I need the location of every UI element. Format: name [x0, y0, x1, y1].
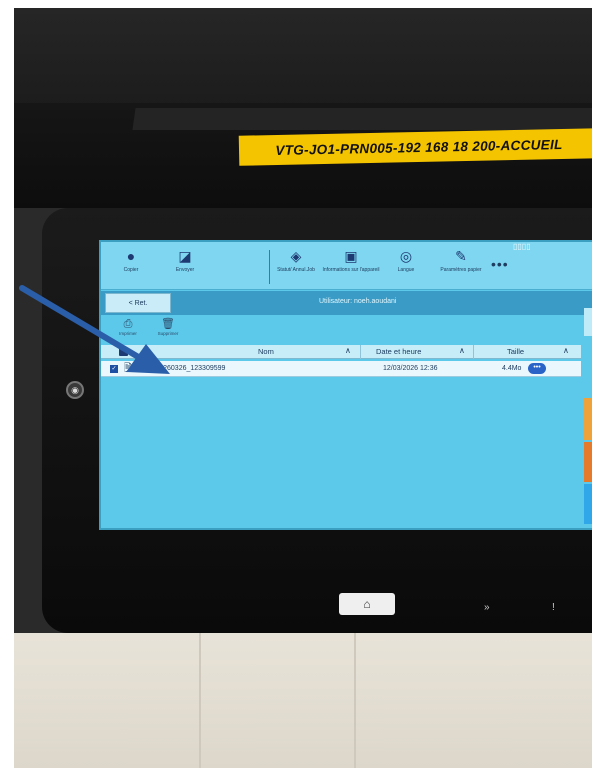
attention-indicator-icon: ! [552, 602, 555, 613]
status-indicator-icons: ▯▯▯▯ [513, 242, 531, 251]
trash-icon: 🗑 [161, 318, 175, 330]
home-icon: ⌂ [363, 597, 371, 611]
copy-icon: ● [126, 248, 136, 264]
select-all-icon[interactable] [119, 348, 128, 356]
sort-name-icon[interactable]: ∧ [345, 346, 351, 355]
touch-screen: ● Copier ◪ Envoyer ◈ Statut/ Annul.Job ▣… [99, 240, 592, 530]
document-icon: 🗎 [124, 363, 133, 374]
more-button[interactable]: ••• [491, 256, 509, 272]
side-tab[interactable] [584, 308, 592, 336]
home-button[interactable]: ⌂ [339, 593, 395, 615]
device-info-icon: ▣ [344, 248, 358, 264]
language-label: Langue [397, 267, 415, 273]
language-button[interactable]: ◎ Langue [376, 248, 436, 273]
side-tab[interactable] [584, 398, 592, 440]
file-size: 4.4Mo [502, 365, 522, 372]
tiled-floor [14, 633, 592, 768]
delete-label: Supprimer [157, 331, 179, 336]
printer-lip [132, 108, 592, 130]
column-divider [473, 345, 474, 359]
paper-settings-icon: ✎ [455, 248, 467, 264]
panel-side-button[interactable]: ◉ [66, 381, 84, 399]
send-label: Envoyer [175, 267, 195, 273]
delete-button[interactable]: 🗑 Supprimer [145, 318, 191, 337]
send-button[interactable]: ◪ Envoyer [155, 248, 215, 273]
status-label: Statut/ Annul.Job [277, 267, 315, 273]
column-divider [360, 345, 361, 359]
column-size[interactable]: Taille [507, 347, 524, 356]
file-name[interactable]: Doc_20260326_123309599 [139, 365, 225, 372]
sort-size-icon[interactable]: ∧ [563, 346, 569, 355]
side-tab[interactable] [584, 442, 592, 482]
row-more-button[interactable]: ••• [528, 363, 546, 374]
back-button[interactable]: < Ret. [105, 293, 171, 313]
status-job-button[interactable]: ◈ Statut/ Annul.Job [266, 248, 326, 273]
column-name[interactable]: Nom [258, 347, 274, 356]
status-icon: ◈ [290, 248, 302, 264]
file-date: 12/03/2026 12:36 [383, 365, 438, 372]
user-title: Utilisateur: noeh.aoudani [319, 298, 397, 305]
side-tab[interactable] [584, 484, 592, 524]
device-info-button[interactable]: ▣ Informations sur l'appareil [321, 248, 381, 273]
copy-button[interactable]: ● Copier [101, 248, 161, 273]
paper-settings-label: Paramètres papier [440, 267, 482, 273]
copy-label: Copier [123, 267, 139, 273]
paper-settings-button[interactable]: ✎ Paramètres papier [431, 248, 491, 273]
language-icon: ◎ [399, 248, 413, 264]
column-date[interactable]: Date et heure [376, 347, 421, 356]
row-checkbox[interactable]: ✓ [110, 365, 118, 373]
status-indicator-icon: » [484, 602, 490, 613]
sort-date-icon[interactable]: ∧ [459, 346, 465, 355]
send-icon: ◪ [178, 248, 192, 264]
device-info-label: Informations sur l'appareil [322, 267, 380, 273]
background-wall [14, 8, 592, 108]
